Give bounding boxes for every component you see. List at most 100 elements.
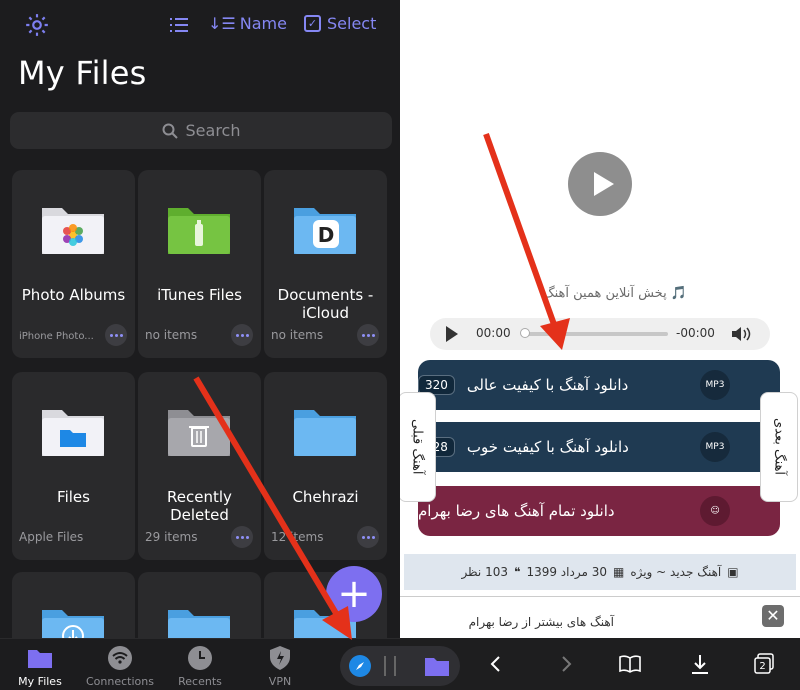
tile-name: Chehrazi (292, 488, 359, 506)
documents-folder-icon: D (294, 208, 356, 254)
clock-icon (188, 646, 212, 670)
online-play-label: 🎵 پخش آنلاین همین آهنگ (542, 286, 688, 301)
svg-text:2: 2 (759, 661, 765, 672)
download-320-button[interactable]: دانلود آهنگ با کیفیت عالی 320 MP3 (418, 360, 780, 410)
tab-vpn[interactable]: VPN (240, 645, 320, 688)
select-label: Select (327, 14, 377, 33)
compass-icon[interactable] (348, 654, 372, 678)
tile-itunes-files[interactable]: iTunes Files no items (138, 170, 261, 358)
tile-subtitle: 29 items (145, 530, 198, 544)
tab-label: VPN (268, 675, 292, 688)
mp3-icon: MP3 (700, 432, 730, 462)
search-placeholder: Search (185, 121, 241, 140)
next-song-button[interactable]: آهنگ بعدی (760, 392, 798, 502)
download-label: دانلود تمام آهنگ های رضا بهرام (418, 502, 615, 520)
add-button[interactable]: + (326, 566, 382, 622)
current-time: 00:00 (476, 326, 511, 340)
download-128-button[interactable]: دانلود آهنگ با کیفیت خوب 128 MP3 (418, 422, 780, 472)
tile-chehrazi[interactable]: Chehrazi 12 items (264, 372, 387, 560)
more-options-icon[interactable] (105, 324, 127, 346)
tile-name: Files (57, 488, 90, 506)
book-icon[interactable] (618, 652, 642, 676)
app-switcher-dock (340, 646, 460, 686)
mp3-icon: MP3 (700, 370, 730, 400)
tabs-icon[interactable]: 2 (752, 652, 776, 676)
progress-bar[interactable] (522, 332, 668, 336)
itunes-folder-icon (168, 208, 230, 254)
browser-toolbar: 2 (400, 638, 800, 690)
search-icon (162, 123, 178, 139)
select-button[interactable]: ✓ Select (304, 14, 376, 33)
tile-files[interactable]: Files Apple Files (12, 372, 135, 560)
user-icon: ☺ (700, 496, 730, 526)
files-app-panel: ↓☰ Name ✓ Select My Files Search Photo A… (0, 0, 400, 690)
sort-button[interactable]: ↓☰ Name (208, 14, 287, 33)
tile-name: iTunes Files (157, 286, 242, 304)
tab-label: Recents (178, 675, 222, 688)
download-all-songs-button[interactable]: دانلود تمام آهنگ های رضا بهرام ☺ (418, 486, 780, 536)
progress-knob[interactable] (520, 328, 530, 338)
tab-connections[interactable]: Connections (80, 645, 160, 688)
tile-name: Photo Albums (21, 286, 126, 304)
sort-icon: ↓☰ (208, 14, 236, 33)
tab-label: My Files (18, 675, 62, 688)
tile-recently-deleted[interactable]: Recently Deleted 29 items (138, 372, 261, 560)
category-label: آهنگ جدید ~ ویژه (630, 565, 722, 579)
comment-icon: ❝ (513, 565, 521, 579)
wifi-icon (108, 646, 132, 670)
files-folder-icon (42, 410, 104, 456)
previous-song-button[interactable]: آهنگ قبلی (400, 392, 436, 502)
list-view-icon[interactable] (168, 14, 190, 36)
shield-icon (270, 646, 290, 670)
tab-recents[interactable]: Recents (160, 645, 240, 688)
calendar-icon: ▦ (612, 565, 625, 579)
folder-icon (294, 410, 356, 456)
screen: ↓☰ Name ✓ Select My Files Search Photo A… (0, 0, 800, 690)
comments-label: 103 نظر (461, 565, 508, 579)
more-options-icon[interactable] (357, 324, 379, 346)
tab-my-files[interactable]: My Files (0, 645, 80, 688)
tile-subtitle: 12 items (271, 530, 324, 544)
photos-folder-icon (42, 208, 104, 254)
tile-subtitle: iPhone Photo... (19, 331, 94, 342)
tile-subtitle: no items (271, 328, 324, 342)
tile-name: Recently Deleted (167, 488, 232, 524)
trash-folder-icon (168, 410, 230, 456)
forward-icon[interactable] (554, 652, 578, 676)
tab-label: Connections (86, 675, 154, 688)
checkbox-icon: ✓ (304, 15, 321, 32)
page-title: My Files (18, 54, 147, 92)
tile-photo-albums[interactable]: Photo Albums iPhone Photo... (12, 170, 135, 358)
divider-handle[interactable] (384, 656, 396, 676)
back-icon[interactable] (484, 652, 508, 676)
remaining-time: -00:00 (676, 326, 715, 340)
download-icon[interactable] (688, 652, 712, 676)
play-video-button[interactable] (568, 152, 632, 216)
date-label: 30 مرداد 1399 (526, 565, 607, 579)
download-label: دانلود آهنگ با کیفیت خوب (466, 438, 629, 456)
play-icon[interactable] (446, 326, 458, 342)
tile-documents-icloud[interactable]: D Documents - iCloud no items (264, 170, 387, 358)
download-label: دانلود آهنگ با کیفیت عالی (466, 376, 629, 394)
close-icon[interactable]: ✕ (762, 605, 784, 627)
tile-subtitle: no items (145, 328, 198, 342)
category-icon: ▣ (727, 565, 739, 579)
related-songs: آهنگ های بیشتر از رضا بهرام ✕ (400, 596, 800, 640)
audio-player: 00:00 -00:00 (430, 318, 770, 350)
folder-icon[interactable] (424, 654, 450, 678)
volume-icon[interactable] (730, 325, 752, 343)
related-title: آهنگ های بیشتر از رضا بهرام (468, 615, 614, 629)
more-options-icon[interactable] (231, 526, 253, 548)
tile-name: Documents - iCloud (277, 286, 374, 322)
tile-subtitle: Apple Files (19, 530, 84, 544)
svg-text:D: D (318, 223, 335, 247)
music-note-icon: 🎵 (670, 286, 688, 301)
folder-icon (28, 650, 52, 668)
more-options-icon[interactable] (357, 526, 379, 548)
sort-label: Name (239, 14, 287, 33)
more-options-icon[interactable] (231, 324, 253, 346)
browser-panel: 🎵 پخش آنلاین همین آهنگ 00:00 -00:00 دانل… (400, 0, 800, 690)
search-input[interactable]: Search (10, 112, 392, 149)
top-toolbar: ↓☰ Name ✓ Select (0, 10, 400, 40)
gear-icon[interactable] (24, 12, 50, 38)
